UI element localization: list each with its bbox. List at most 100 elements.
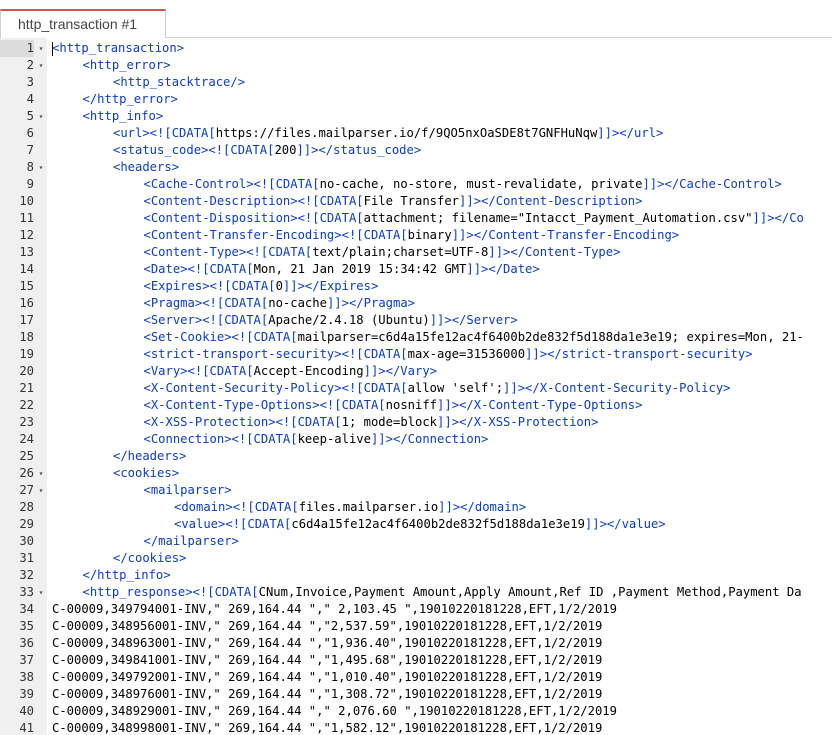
code-text: <Expires><![CDATA[0]]></Expires>	[144, 278, 379, 295]
code-line[interactable]: 21 <X-Content-Security-Policy><![CDATA[al…	[0, 380, 832, 397]
code-line[interactable]: 6 <url><![CDATA[https://files.mailparser.…	[0, 125, 832, 142]
code-line[interactable]: 5 ▾ <http_info>	[0, 108, 832, 125]
line-number: 14	[19, 262, 34, 276]
xml-tag-token: ]]></Co	[752, 211, 804, 225]
xml-tag-token: ]]></status_code>	[296, 143, 422, 157]
code-line[interactable]: 27 ▾ <mailparser>	[0, 482, 832, 499]
code-text: <Content-Type><![CDATA[text/plain;charse…	[144, 244, 621, 261]
xml-tag-token: <Expires><![CDATA[	[143, 279, 276, 293]
cdata-value-token: attachment; filename="Intacct_Payment_Au…	[363, 211, 753, 225]
code-line[interactable]: 3 <http_stacktrace/>	[0, 74, 832, 91]
line-number: 19	[19, 347, 34, 361]
xml-tag-token: <X-Content-Security-Policy><![CDATA[	[143, 381, 408, 395]
code-text: <domain><![CDATA[files.mailparser.io]]><…	[174, 499, 526, 516]
code-line[interactable]: 11 <Content-Disposition><![CDATA[attachme…	[0, 210, 832, 227]
code-line[interactable]: 35 C-00009,348956001-INV," 269,164.44 ","…	[0, 618, 832, 635]
xml-tag-token: <X-Content-Type-Options><![CDATA[	[143, 398, 386, 412]
line-number: 21	[19, 381, 34, 395]
code-line[interactable]: 25 </headers>	[0, 448, 832, 465]
fold-toggle-icon[interactable]: ▾	[36, 465, 46, 482]
line-number: 31	[19, 551, 34, 565]
xml-tag-token: ]]></Content-Type>	[488, 245, 621, 259]
line-number: 40	[19, 704, 34, 718]
line-number: 32	[19, 568, 34, 582]
cdata-value-token: C-00009,349792001-INV," 269,164.44 ","1,…	[52, 670, 603, 684]
xml-tag-token: <X-XSS-Protection><![CDATA[	[143, 415, 342, 429]
fold-toggle-icon[interactable]: ▾	[36, 108, 46, 125]
cdata-value-token: C-00009,349841001-INV," 269,164.44 ","1,…	[52, 653, 603, 667]
xml-tag-token: <Pragma><![CDATA[	[143, 296, 269, 310]
code-line[interactable]: 40 C-00009,348929001-INV," 269,164.44 ","…	[0, 703, 832, 720]
code-text: C-00009,349841001-INV," 269,164.44 ","1,…	[52, 652, 602, 669]
tab-http-transaction[interactable]: http_transaction #1	[0, 9, 166, 38]
code-line[interactable]: 24 <Connection><![CDATA[keep-alive]]></Co…	[0, 431, 832, 448]
code-text: <status_code><![CDATA[200]]></status_cod…	[113, 142, 421, 159]
code-text: C-00009,348998001-INV," 269,164.44 ","1,…	[52, 720, 602, 735]
code-line[interactable]: 38 C-00009,349792001-INV," 269,164.44 ","…	[0, 669, 832, 686]
fold-toggle-icon[interactable]: ▾	[36, 584, 46, 601]
code-text: <Connection><![CDATA[keep-alive]]></Conn…	[144, 431, 489, 448]
xml-tag-token: </cookies>	[113, 551, 187, 565]
cdata-value-token: C-00009,349794001-INV," 269,164.44 "," 2…	[52, 602, 617, 616]
code-line[interactable]: 10 <Content-Description><![CDATA[File Tra…	[0, 193, 832, 210]
fold-toggle-icon[interactable]: ▾	[36, 159, 46, 176]
fold-toggle-icon[interactable]: ▾	[36, 57, 46, 74]
code-line[interactable]: 12 <Content-Transfer-Encoding><![CDATA[bi…	[0, 227, 832, 244]
line-number: 33	[19, 585, 34, 599]
code-text: <strict-transport-security><![CDATA[max-…	[144, 346, 753, 363]
xml-tag-token: ]]></X-XSS-Protection>	[437, 415, 599, 429]
xml-tag-token: <Cache-Control><![CDATA[	[143, 177, 320, 191]
code-line[interactable]: 1 ▾ <http_transaction>	[0, 40, 832, 57]
code-line[interactable]: 8 ▾ <headers>	[0, 159, 832, 176]
code-text: <http_stacktrace/>	[113, 74, 245, 91]
xml-tag-token: ]]></strict-transport-security>	[525, 347, 753, 361]
code-line[interactable]: 29 <value><![CDATA[c6d4a15fe12ac4f6400b2d…	[0, 516, 832, 533]
line-number: 34	[19, 602, 34, 616]
line-number: 28	[19, 500, 34, 514]
fold-toggle-icon[interactable]: ▾	[36, 40, 46, 57]
line-number: 29	[19, 517, 34, 531]
code-line[interactable]: 34 C-00009,349794001-INV," 269,164.44 ","…	[0, 601, 832, 618]
code-line[interactable]: 39 C-00009,348976001-INV," 269,164.44 ","…	[0, 686, 832, 703]
code-line[interactable]: 19 <strict-transport-security><![CDATA[ma…	[0, 346, 832, 363]
code-line[interactable]: 33 ▾ <http_response><![CDATA[CNum,Invoice,…	[0, 584, 832, 601]
code-line[interactable]: 16 <Pragma><![CDATA[no-cache]]></Pragma>	[0, 295, 832, 312]
code-line[interactable]: 9 <Cache-Control><![CDATA[no-cache, no-st…	[0, 176, 832, 193]
xml-tag-token: ]]></Date>	[466, 262, 540, 276]
text-cursor	[52, 42, 53, 56]
code-line[interactable]: 14 <Date><![CDATA[Mon, 21 Jan 2019 15:34:…	[0, 261, 832, 278]
line-number: 3	[26, 75, 34, 89]
code-text: <mailparser>	[144, 482, 232, 499]
code-line[interactable]: 28 <domain><![CDATA[files.mailparser.io]]…	[0, 499, 832, 516]
code-line[interactable]: 37 C-00009,349841001-INV," 269,164.44 ","…	[0, 652, 832, 669]
code-line[interactable]: 36 C-00009,348963001-INV," 269,164.44 ","…	[0, 635, 832, 652]
code-text: </http_info>	[83, 567, 171, 584]
code-line[interactable]: 30 </mailparser>	[0, 533, 832, 550]
code-line[interactable]: 22 <X-Content-Type-Options><![CDATA[nosni…	[0, 397, 832, 414]
xml-tag-token: ]]></Expires>	[282, 279, 379, 293]
cdata-value-token: Accept-Encoding	[253, 364, 364, 378]
code-editor[interactable]: 1 ▾ <http_transaction> 2 ▾ <http_error> 3 <http…	[0, 38, 832, 735]
code-line[interactable]: 26 ▾ <cookies>	[0, 465, 832, 482]
code-line[interactable]: 31 </cookies>	[0, 550, 832, 567]
code-text: <http_transaction>	[52, 40, 184, 57]
code-line[interactable]: 15 <Expires><![CDATA[0]]></Expires>	[0, 278, 832, 295]
code-line[interactable]: 20 <Vary><![CDATA[Accept-Encoding]]></Var…	[0, 363, 832, 380]
xml-tag-token: <cookies>	[113, 466, 180, 480]
code-line[interactable]: 32 </http_info>	[0, 567, 832, 584]
code-line[interactable]: 2 ▾ <http_error>	[0, 57, 832, 74]
code-line[interactable]: 41 C-00009,348998001-INV," 269,164.44 ","…	[0, 720, 832, 735]
fold-toggle-icon[interactable]: ▾	[36, 482, 46, 499]
code-line[interactable]: 4 </http_error>	[0, 91, 832, 108]
code-line[interactable]: 7 <status_code><![CDATA[200]]></status_co…	[0, 142, 832, 159]
code-line[interactable]: 13 <Content-Type><![CDATA[text/plain;char…	[0, 244, 832, 261]
cdata-value-token: C-00009,348963001-INV," 269,164.44 ","1,…	[52, 636, 603, 650]
code-line[interactable]: 18 <Set-Cookie><![CDATA[mailparser=c6d4a1…	[0, 329, 832, 346]
xml-tag-token: ]]></X-Content-Security-Policy>	[503, 381, 731, 395]
code-line[interactable]: 17 <Server><![CDATA[Apache/2.4.18 (Ubuntu…	[0, 312, 832, 329]
line-number: 18	[19, 330, 34, 344]
cdata-value-token: https://files.mailparser.io/f/9QO5nxOaSD…	[215, 126, 598, 140]
xml-tag-token: <Content-Description><![CDATA[	[143, 194, 364, 208]
line-number: 23	[19, 415, 34, 429]
code-line[interactable]: 23 <X-XSS-Protection><![CDATA[1; mode=blo…	[0, 414, 832, 431]
